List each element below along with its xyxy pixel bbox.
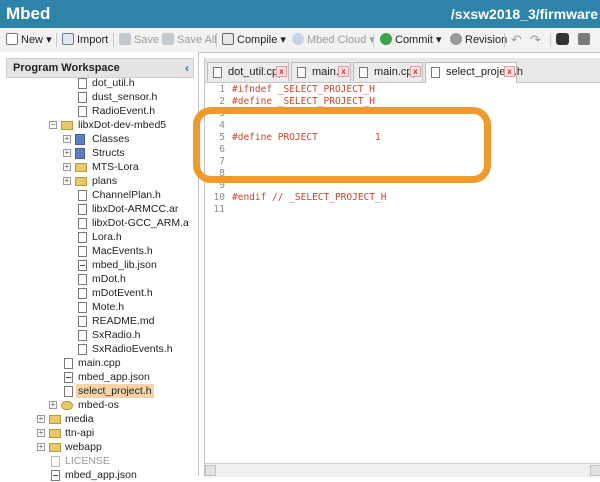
file-icon	[78, 316, 87, 327]
title-bar: Mbed /sxsw2018_3/firmware	[0, 0, 600, 28]
folder-icon	[75, 177, 87, 186]
file-icon	[64, 358, 73, 369]
mbed-cloud-button[interactable]: Mbed Cloud ▾	[292, 32, 375, 48]
library-icon	[61, 401, 73, 410]
toolbar-divider	[504, 33, 505, 47]
new-button[interactable]: New ▾	[6, 32, 52, 48]
toolbar-divider	[56, 33, 57, 47]
library-icon	[61, 121, 73, 130]
horizontal-scrollbar[interactable]	[205, 463, 600, 477]
json-file-icon	[78, 260, 87, 271]
struct-icon	[75, 148, 85, 159]
json-file-icon	[64, 372, 73, 383]
find-binoculars-icon[interactable]	[556, 32, 572, 48]
workspace-header: Program Workspace ‹	[6, 58, 194, 78]
tab-main-cpp[interactable]: main.cpp x	[353, 62, 423, 81]
file-icon	[78, 92, 87, 103]
expand-expander-icon[interactable]: +	[63, 177, 71, 185]
folder-icon	[49, 429, 61, 438]
folder-icon	[49, 415, 61, 424]
compile-icon	[222, 33, 234, 45]
file-icon	[78, 344, 87, 355]
toolbar-divider	[550, 33, 551, 47]
file-icon	[78, 288, 87, 299]
collapse-expander-icon[interactable]: −	[49, 121, 57, 129]
folder-icon	[75, 163, 87, 172]
line-number: 1	[219, 84, 225, 95]
file-icon	[78, 78, 87, 89]
close-icon[interactable]: x	[338, 66, 349, 77]
close-icon[interactable]: x	[504, 66, 515, 77]
commit-button[interactable]: Commit ▾	[380, 32, 441, 48]
scroll-right-icon[interactable]	[590, 465, 600, 476]
highlight-annotation	[193, 107, 491, 183]
expand-expander-icon[interactable]: +	[63, 135, 71, 143]
expand-expander-icon[interactable]: +	[37, 415, 45, 423]
line-number: 11	[213, 204, 225, 215]
import-button[interactable]: Import	[62, 32, 108, 48]
revision-icon	[450, 33, 462, 45]
tab-select-project-h[interactable]: select_project.h x	[425, 62, 523, 83]
import-icon	[62, 33, 74, 45]
scroll-left-icon[interactable]	[205, 465, 216, 476]
toolbar-divider	[113, 33, 114, 47]
code-line: #endif // _SELECT_PROJECT_H	[232, 192, 387, 203]
file-icon	[78, 190, 87, 201]
file-icon	[78, 218, 87, 229]
tab-main-h[interactable]: main.h x	[291, 62, 351, 81]
toolbar-divider	[373, 33, 374, 47]
toolbar: New ▾ Import Save Save All Compile ▾ Mbe…	[0, 28, 600, 53]
compile-button[interactable]: Compile ▾	[222, 32, 286, 48]
project-path: /sxsw2018_3/firmware	[450, 6, 598, 22]
expand-expander-icon[interactable]: +	[37, 429, 45, 437]
file-icon	[78, 302, 87, 313]
redo-icon[interactable]: ↷	[530, 32, 541, 48]
class-icon	[75, 134, 85, 145]
file-icon	[78, 232, 87, 243]
file-icon	[297, 67, 306, 78]
file-icon	[64, 386, 73, 397]
expand-expander-icon[interactable]: +	[63, 149, 71, 157]
toolbar-divider	[216, 33, 217, 47]
expand-expander-icon[interactable]: +	[63, 163, 71, 171]
close-icon[interactable]: x	[276, 66, 287, 77]
settings-icon[interactable]	[578, 32, 593, 48]
code-line: #ifndef _SELECT_PROJECT_H	[232, 84, 375, 95]
expand-expander-icon[interactable]: +	[49, 401, 57, 409]
workspace-title: Program Workspace	[13, 62, 120, 74]
collapse-icon[interactable]: ‹	[185, 59, 189, 77]
close-icon[interactable]: x	[410, 66, 421, 77]
file-icon	[431, 67, 440, 78]
save-button[interactable]: Save	[119, 32, 159, 48]
editor-tabs: dot_util.cpp x main.h x main.cpp x selec…	[205, 58, 600, 83]
save-icon	[119, 33, 131, 45]
file-icon	[78, 106, 87, 117]
file-icon	[51, 456, 60, 467]
file-icon	[78, 246, 87, 257]
file-icon	[213, 67, 222, 78]
file-icon	[359, 67, 368, 78]
undo-icon[interactable]: ↶	[511, 32, 522, 48]
save-all-icon	[162, 33, 174, 45]
line-number: 10	[213, 192, 225, 203]
folder-icon	[49, 443, 61, 452]
new-icon	[6, 33, 18, 45]
file-icon	[78, 330, 87, 341]
commit-icon	[380, 33, 392, 45]
save-all-button[interactable]: Save All	[162, 32, 217, 48]
app-title: Mbed	[6, 4, 51, 23]
file-icon	[78, 274, 87, 285]
cloud-icon	[292, 33, 304, 45]
workspace-sidebar: Program Workspace ‹ dot_util.h dust_sens…	[0, 52, 199, 481]
tab-dot-util-cpp[interactable]: dot_util.cpp x	[207, 62, 289, 81]
file-icon	[78, 204, 87, 215]
revision-button[interactable]: Revision	[450, 32, 507, 48]
expand-expander-icon[interactable]: +	[37, 443, 45, 451]
